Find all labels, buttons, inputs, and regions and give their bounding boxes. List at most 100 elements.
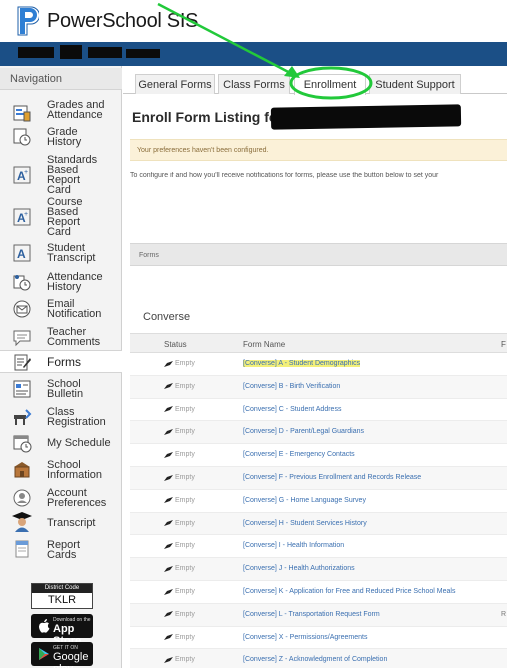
status-cell: Empty (164, 588, 195, 595)
nav-label-line: History (47, 281, 82, 293)
empty-status-icon (164, 360, 173, 367)
column-header-status: Status (164, 340, 187, 349)
google-play-text: Google play (53, 651, 89, 668)
status-cell: Empty (164, 474, 195, 481)
empty-status-icon (164, 588, 173, 595)
form-link[interactable]: [Converse] D - Parent/Legal Guardians (243, 428, 364, 435)
table-row: Empty [Converse] D - Parent/Legal Guardia… (130, 421, 507, 445)
sidebar-item-course-report-card[interactable]: A + Course Based Report Card (0, 196, 122, 238)
sidebar-item-my-schedule[interactable]: My Schedule (0, 430, 122, 455)
status-text: Empty (175, 588, 195, 595)
status-text: Empty (175, 610, 195, 618)
nav-label-line: Information (47, 469, 103, 481)
form-link[interactable]: [Converse] F - Previous Enrollment and R… (243, 474, 421, 481)
app-store-badge[interactable]: Download on the App Store (31, 614, 93, 647)
table-row: Empty [Converse] C - Student Address (130, 399, 507, 422)
redaction (18, 47, 54, 58)
redaction (126, 49, 160, 58)
sidebar-item-student-transcript[interactable]: A Student Transcript (0, 240, 122, 266)
tab-enrollment[interactable]: Enrollment (294, 74, 366, 95)
status-cell: Empty (164, 406, 195, 413)
sidebar-item-teacher-comments[interactable]: Teacher Comments (0, 323, 122, 351)
brand-name: PowerSchool SIS (47, 10, 199, 32)
report-icon (11, 538, 33, 560)
sidebar-item-transcript[interactable]: Transcript (0, 511, 122, 535)
district-code-label: District Code (32, 584, 92, 593)
status-text: Empty (175, 656, 195, 664)
form-link[interactable]: [Converse] X - Permissions/Agreements (243, 634, 368, 641)
empty-status-icon (164, 428, 173, 435)
status-text: Empty (175, 382, 195, 390)
redaction (88, 47, 122, 58)
table-row: Empty [Converse] E - Emergency Contacts (130, 444, 507, 467)
status-text: Empty (175, 633, 195, 641)
sidebar-item-account-preferences[interactable]: Account Preferences (0, 484, 122, 512)
sidebar-item-class-registration[interactable]: Class Registration (0, 403, 122, 430)
sidebar-item-standards-report-card[interactable]: A + Standards Based Report Card (0, 154, 122, 196)
nav-label-line: History (47, 136, 82, 148)
sidebar-item-grade-history[interactable]: Grade History (0, 124, 122, 150)
empty-status-icon (164, 520, 173, 527)
table-row: Empty [Converse] K - Application for Free… (130, 581, 507, 604)
config-instructions: To configure if and how you'll receive n… (130, 172, 439, 179)
account-icon (11, 487, 33, 509)
form-link[interactable]: [Converse] J - Health Authorizations (243, 565, 355, 572)
form-link[interactable]: [Converse] G - Home Language Survey (243, 497, 366, 504)
table-row: Empty [Converse] Z - Acknowledgment of Co… (130, 649, 507, 668)
form-link[interactable]: [Converse] H - Student Services History (243, 520, 367, 527)
tab-student-support[interactable]: Student Support (369, 74, 461, 94)
empty-status-icon (164, 611, 173, 618)
form-link[interactable]: [Converse] A - Student Demographics (243, 360, 361, 367)
tab-class-forms[interactable]: Class Forms (218, 74, 290, 94)
status-cell: Empty (164, 497, 195, 504)
forms-section-header: Forms (130, 243, 507, 266)
sidebar-item-forms[interactable]: Forms (0, 350, 122, 373)
graduate-icon (11, 511, 33, 533)
form-link[interactable]: [Converse] Z - Acknowledgment of Complet… (243, 656, 387, 663)
attendance-icon (11, 271, 33, 293)
form-link[interactable]: [Converse] E - Emergency Contacts (243, 451, 355, 458)
status-cell: Empty (164, 360, 195, 367)
report-card-icon: A + (11, 164, 33, 186)
sidebar-item-school-information[interactable]: School Information (0, 456, 122, 484)
powerschool-logo-icon (17, 6, 39, 36)
table-row: Empty [Converse] X - Permissions/Agreemen… (130, 627, 507, 650)
redaction (60, 45, 82, 59)
status-text: Empty (175, 405, 195, 413)
nav-label-line: Transcript (47, 517, 96, 529)
apple-icon (39, 619, 50, 633)
tab-general-forms[interactable]: General Forms (135, 74, 215, 94)
nav-label-line: Bulletin (47, 388, 84, 400)
nav-label-line: Comments (47, 336, 101, 348)
sidebar-item-report-cards[interactable]: Report Cards (0, 536, 122, 564)
status-cell: Empty (164, 611, 195, 618)
form-link[interactable]: [Converse] B - Birth Verification (243, 383, 340, 390)
table-row: Empty [Converse] B - Birth Verification (130, 375, 507, 399)
page-title: Enroll Form Listing for (132, 109, 283, 125)
sidebar-item-email-notification[interactable]: Email Notification (0, 296, 122, 322)
table-row: Empty [Converse] I - Health Information (130, 535, 507, 559)
form-tabs: General Forms Class Forms Enrollment Stu… (123, 72, 507, 95)
form-link[interactable]: [Converse] K - Application for Free and … (243, 588, 455, 595)
empty-status-icon (164, 497, 173, 504)
status-text: Empty (175, 428, 195, 436)
google-play-badge[interactable]: GET IT ON Google play (31, 642, 93, 668)
form-link[interactable]: [Converse] C - Student Address (243, 406, 341, 413)
empty-status-icon (164, 542, 173, 549)
form-link[interactable]: [Converse] L - Transportation Request Fo… (243, 611, 380, 618)
table-row: Empty [Converse] L - Transportation Reque… (130, 603, 507, 627)
svg-text:+: + (24, 211, 28, 218)
nav-label-line: Registration (47, 416, 106, 428)
status-text: Empty (175, 519, 195, 527)
sidebar-item-school-bulletin[interactable]: School Bulletin (0, 375, 122, 402)
nav-label-line: Preferences (47, 497, 107, 509)
empty-status-icon (164, 383, 173, 390)
form-link[interactable]: [Converse] I - Health Information (243, 542, 344, 549)
email-icon (11, 298, 33, 320)
header-logo-bar: PowerSchool SIS (0, 0, 507, 42)
status-text: Empty (175, 542, 195, 550)
status-cell: Empty (164, 383, 195, 390)
navigation-sidebar: Navigation Grades and Attendance Grade His… (0, 66, 122, 668)
sidebar-item-attendance-history[interactable]: Attendance History (0, 269, 122, 295)
status-cell: Empty (164, 656, 195, 663)
